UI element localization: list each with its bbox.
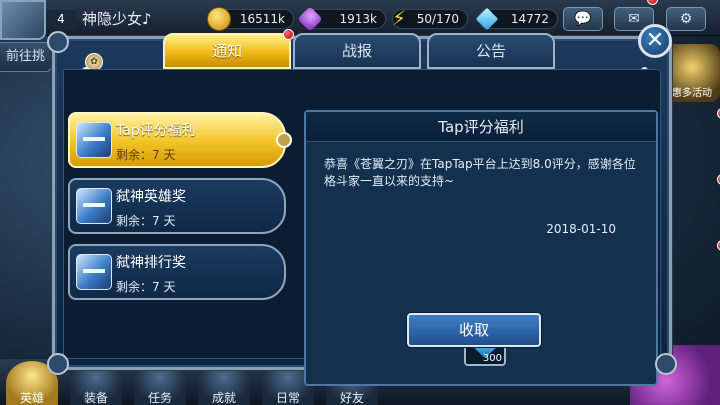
tab-label: 战报: [341, 42, 372, 60]
gold-counter: 16511k: [207, 7, 294, 31]
tab-label: 通知: [211, 42, 242, 60]
corner-ornament: [47, 31, 69, 53]
mail-remaining: 剩余：7 天: [116, 148, 176, 162]
tab-announcement[interactable]: 公告: [427, 33, 555, 69]
diamond-counter: 14772: [475, 7, 558, 31]
detail-body: 恭喜《苍翼之刃》在TapTap平台上达到8.0评分，感谢各位格斗家一直以来的支持…: [324, 157, 636, 188]
gear-icon: ⚙: [679, 11, 693, 27]
mail-remaining: 剩余：7 天: [116, 280, 176, 294]
player-name: 神隐少女♪: [82, 10, 152, 28]
corner-ornament: [47, 353, 69, 375]
level-chip: 4: [46, 10, 76, 28]
gold-coin-icon: [207, 7, 231, 31]
treasure-chest-icon: [76, 188, 112, 224]
mail-title: Tap评分福利: [116, 123, 196, 139]
reward-count: 300: [482, 353, 502, 364]
mail-dialog: ✿ 通知 战报 公告 Tap评分福利 剩余：7 天 弑神英雄奖 剩余：7 天 弑…: [47, 29, 720, 386]
mail-title: 弑神英雄奖: [116, 189, 186, 205]
dialog-content: Tap评分福利 剩余：7 天 弑神英雄奖 剩余：7 天 弑神排行奖 剩余：7 天…: [63, 69, 720, 386]
chat-icon: 💬: [574, 11, 592, 27]
tab-notification-dot: [283, 29, 294, 40]
gem-counter: 1913k: [297, 6, 386, 32]
settings-button[interactable]: ⚙: [666, 7, 706, 31]
mail-title: 弑神排行奖: [116, 255, 186, 271]
energy-value: 50/170: [416, 12, 459, 26]
mail-item[interactable]: 弑神排行奖 剩余：7 天: [68, 240, 720, 300]
corner-ornament: [655, 353, 677, 375]
envelope-icon: ✉: [628, 11, 640, 27]
lightning-icon: ⚡: [391, 6, 407, 30]
gem-value: 1913k: [339, 12, 378, 26]
tab-notify[interactable]: 通知: [163, 29, 294, 69]
selected-indicator: [276, 132, 292, 148]
close-button[interactable]: ✕: [638, 24, 672, 58]
mail-remaining: 剩余：7 天: [116, 214, 176, 228]
mail-item[interactable]: 弑神英雄奖 剩余：7 天: [68, 174, 720, 234]
event-button[interactable]: 惠多活动: [664, 44, 720, 102]
treasure-chest-icon: [76, 254, 112, 290]
detail-date: 2018-01-10: [546, 222, 616, 236]
gold-value: 16511k: [239, 12, 285, 26]
tab-label: 公告: [475, 42, 506, 60]
detail-title: Tap评分福利: [306, 112, 656, 142]
chat-button[interactable]: 💬: [563, 7, 603, 31]
treasure-chest-icon: [76, 122, 112, 158]
claim-button[interactable]: 收取: [407, 313, 541, 347]
close-icon: ✕: [645, 28, 665, 53]
mail-item[interactable]: Tap评分福利 剩余：7 天: [68, 108, 720, 168]
left-side-tab[interactable]: 前往挑: [0, 42, 52, 72]
diamond-value: 14772: [510, 12, 549, 26]
tab-battle-report[interactable]: 战报: [293, 33, 421, 69]
energy-counter: ⚡ 50/170: [392, 7, 468, 29]
avatar[interactable]: [0, 0, 46, 40]
